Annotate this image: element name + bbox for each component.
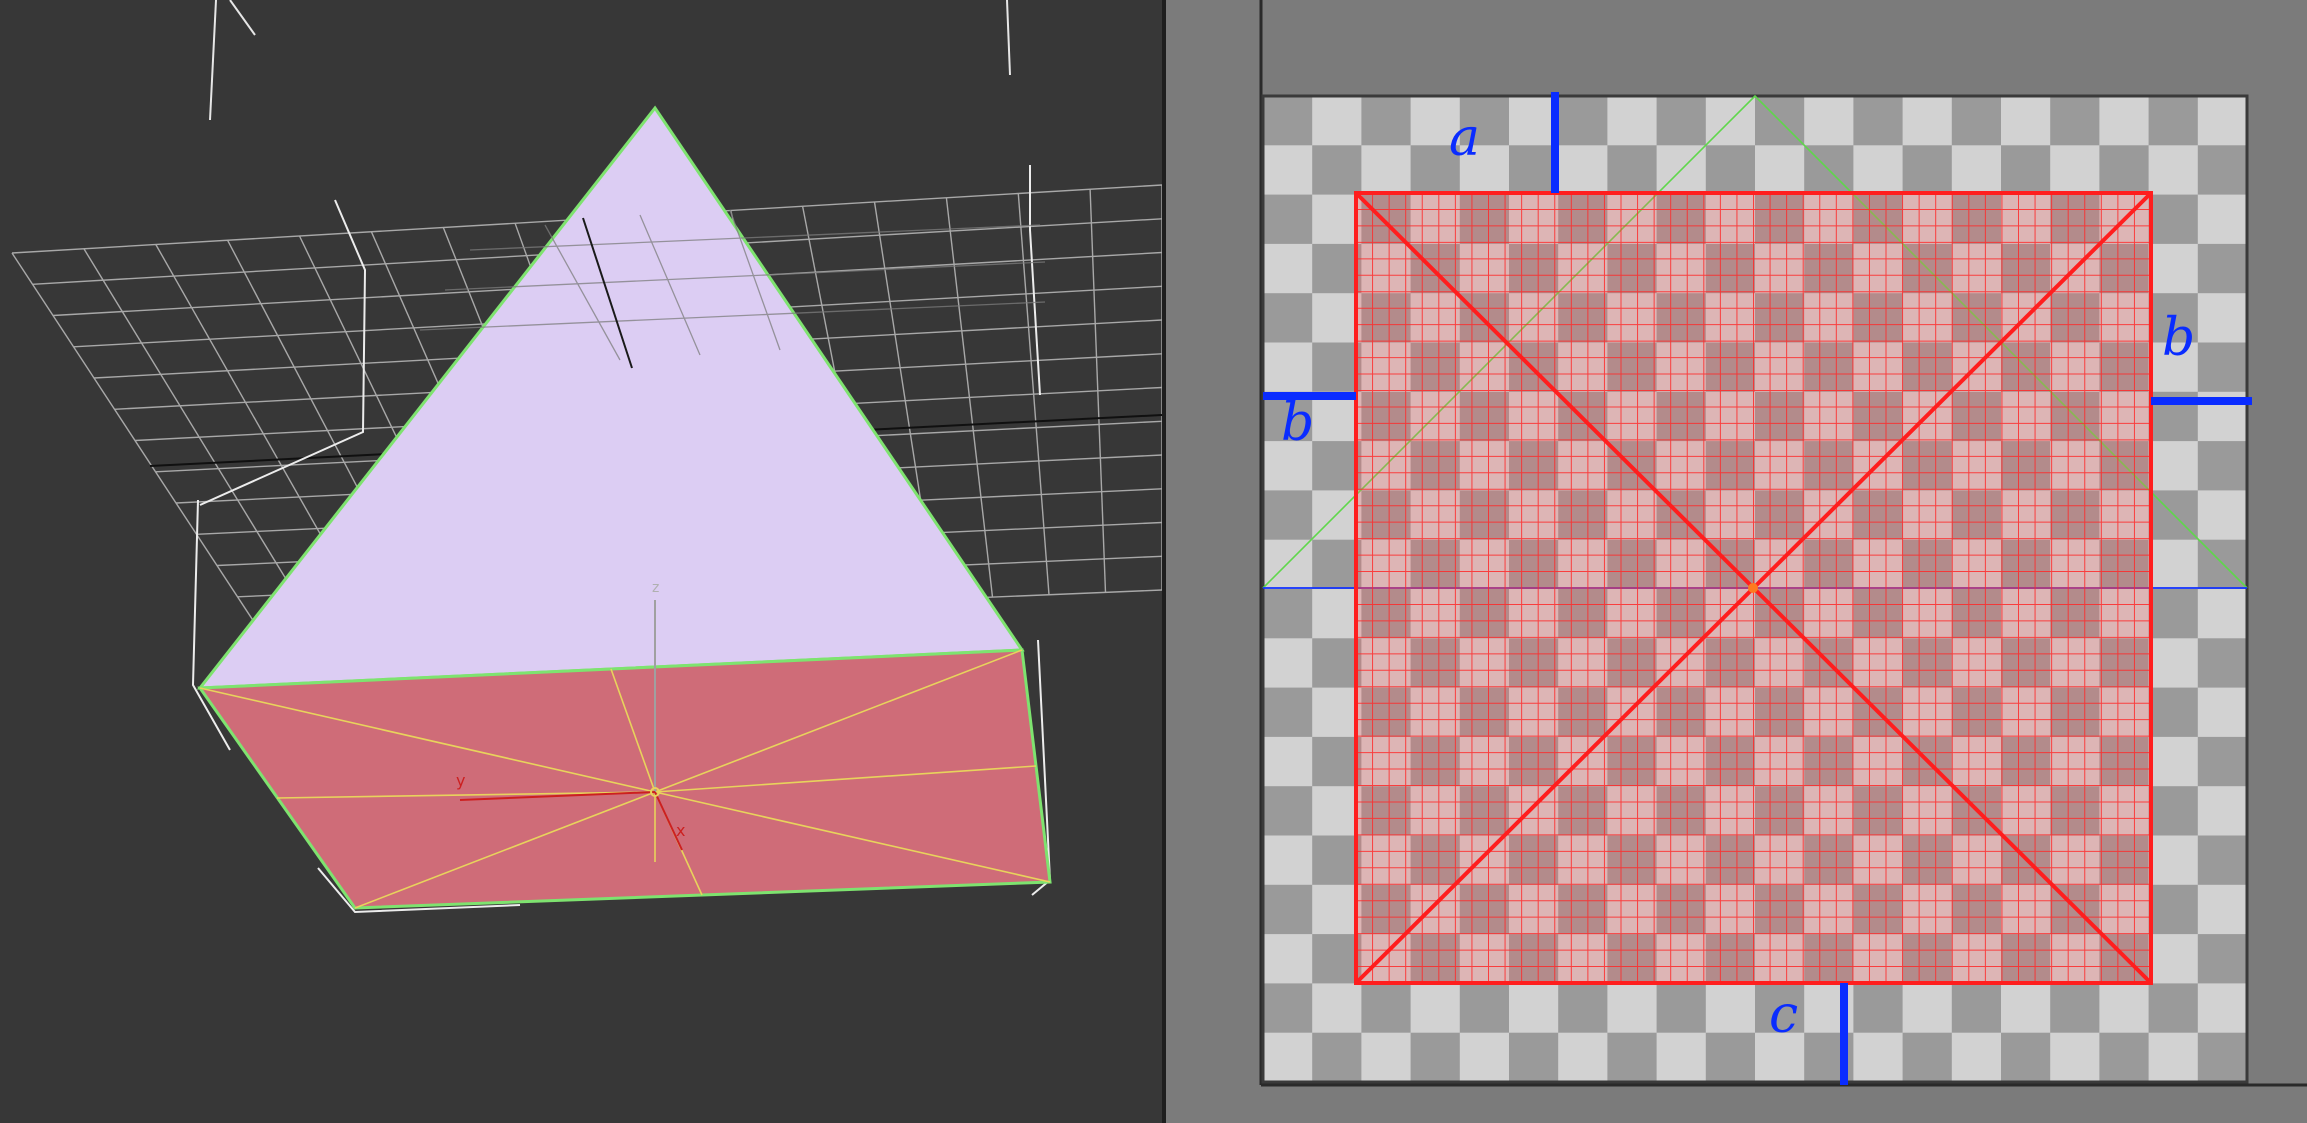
label-b-left: b — [1281, 393, 1314, 453]
uv-center-vertex[interactable] — [1748, 583, 1758, 593]
uv-canvas[interactable]: a b b c — [1166, 0, 2307, 1123]
gizmo-x-label: x — [676, 821, 685, 840]
label-a: a — [1449, 108, 1480, 168]
viewport-canvas[interactable]: z y x — [0, 0, 1162, 1123]
label-b-right: b — [2162, 308, 2195, 368]
gizmo-y-label: y — [456, 771, 465, 790]
uv-selection-rect[interactable] — [1354, 191, 2153, 985]
gizmo-z-label: z — [652, 580, 659, 596]
label-c: c — [1769, 985, 1798, 1045]
uv-editor-panel[interactable]: a b b c — [1166, 0, 2307, 1123]
perspective-viewport[interactable]: z y x — [0, 0, 1162, 1123]
